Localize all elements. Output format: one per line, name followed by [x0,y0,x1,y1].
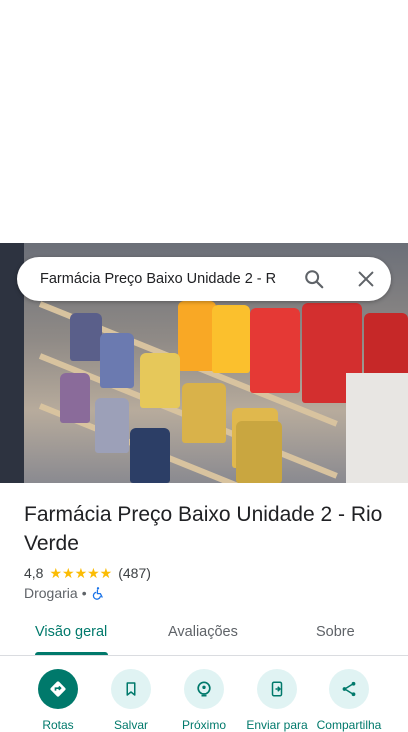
category-row: Drogaria • [24,584,105,602]
photo-product-can [60,373,90,423]
tab-bar: Visão geral Avaliações Sobre [0,612,408,656]
photo-product-can [250,308,300,393]
star-rating-icon: ★★★★★ [49,564,113,581]
save-button[interactable]: Salvar [91,669,171,732]
photo-product-can [130,428,170,483]
search-input[interactable]: Farmácia Preço Baixo Unidade 2 - R [40,271,288,287]
photo-product-can [236,421,282,483]
save-label: Salvar [113,718,148,732]
nearby-label: Próximo [181,718,226,732]
place-title: Farmácia Preço Baixo Unidade 2 - Rio Ver… [24,503,383,555]
photo-product-can [70,313,102,361]
photo-product-can [212,305,250,373]
directions-label: Rotas [42,718,74,732]
photo-product-can [95,398,129,453]
close-icon[interactable] [355,268,377,290]
bookmark-icon [111,669,151,709]
nearby-icon [184,669,224,709]
share-icon [329,669,369,709]
photo-product-can [140,353,180,408]
tab-overview[interactable]: Visão geral [35,624,107,640]
directions-icon [38,669,78,709]
review-count[interactable]: (487) [118,565,151,581]
send-to-phone-icon [257,669,297,709]
active-tab-indicator [35,652,108,655]
photo-product-can [178,301,216,371]
nearby-button[interactable]: Próximo [164,669,244,732]
tab-about[interactable]: Sobre [316,624,355,640]
photo-product-can [182,383,226,443]
rating-value: 4,8 [24,565,44,581]
directions-button[interactable]: Rotas [18,669,98,732]
place-category: Drogaria [24,585,78,601]
photo-product-can [100,333,134,388]
wheelchair-accessible-icon [92,587,103,600]
send-to-phone-button[interactable]: Enviar para [237,669,317,732]
send-to-phone-label: Enviar para [246,718,308,732]
share-label: Compartilha [316,718,382,732]
search-bar[interactable]: Farmácia Preço Baixo Unidade 2 - R [17,257,391,301]
map-blank-area [0,0,408,243]
rating-row[interactable]: 4,8 ★★★★★ (487) [24,564,151,582]
photo-pillar [346,373,408,483]
category-separator: • [81,585,87,601]
share-button[interactable]: Compartilha [309,669,389,732]
tab-reviews[interactable]: Avaliações [168,624,238,640]
search-icon[interactable] [303,268,325,290]
